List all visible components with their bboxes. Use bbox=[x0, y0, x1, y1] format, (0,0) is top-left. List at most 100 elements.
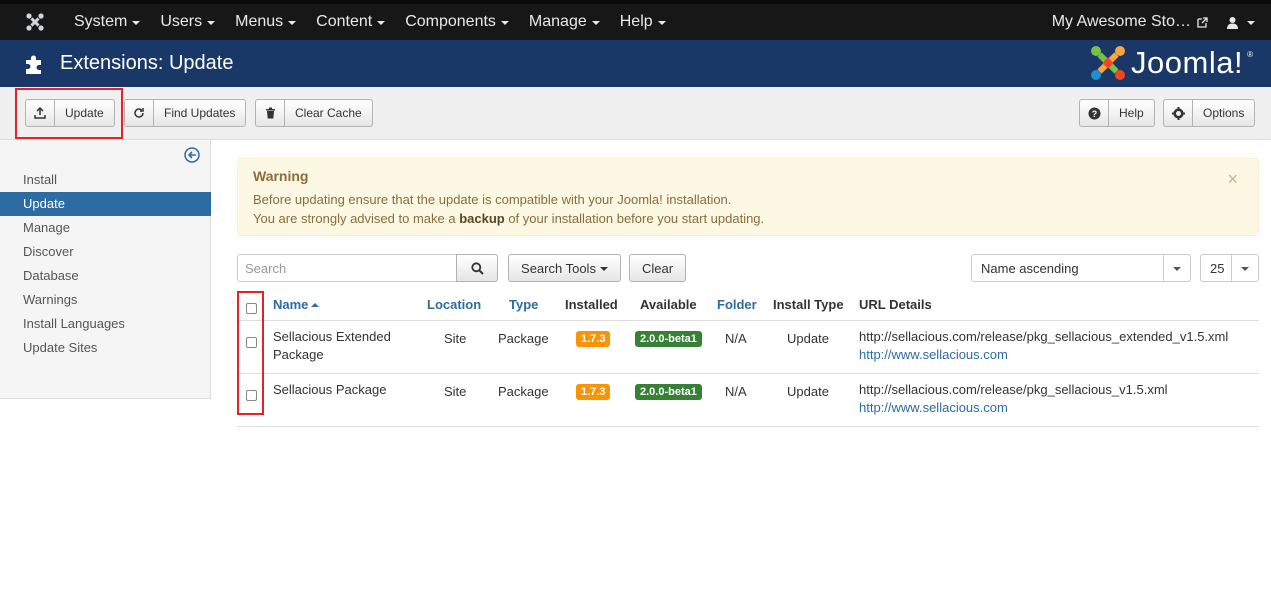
column-header-folder[interactable]: Folder bbox=[717, 297, 757, 312]
close-alert-button[interactable]: × bbox=[1227, 169, 1238, 190]
warning-alert: Warning Before updating ensure that the … bbox=[237, 158, 1259, 236]
table-header-row: Name Location Type Installed Available F… bbox=[237, 290, 1259, 321]
available-version-badge: 2.0.0-beta1 bbox=[635, 331, 702, 347]
site-name: My Awesome Sto… bbox=[1051, 13, 1191, 30]
user-icon bbox=[1227, 16, 1238, 29]
toolbar: Update Find Updates Clear Cache ? Help O… bbox=[0, 87, 1271, 140]
sidebar-list: Install Update Manage Discover Database … bbox=[0, 168, 211, 360]
page-header: Extensions: Update Joomla! ® bbox=[0, 40, 1271, 87]
info-url-link[interactable]: http://www.sellacious.com bbox=[859, 400, 1008, 415]
column-header-url-details: URL Details bbox=[859, 297, 932, 312]
type-cell: Package bbox=[498, 331, 549, 346]
menu-label: Users bbox=[160, 13, 203, 30]
help-label: Help bbox=[1119, 106, 1144, 120]
column-header-name[interactable]: Name bbox=[273, 297, 320, 312]
clear-cache-button[interactable]: Clear Cache bbox=[255, 99, 373, 127]
menu-help[interactable]: Help bbox=[610, 13, 676, 31]
site-link[interactable]: My Awesome Sto… bbox=[1052, 13, 1208, 31]
caret-down-icon bbox=[599, 267, 608, 271]
search-button[interactable] bbox=[456, 254, 498, 282]
sidebar-item-install-languages[interactable]: Install Languages bbox=[0, 312, 211, 336]
refresh-icon bbox=[125, 100, 154, 126]
menu-components[interactable]: Components bbox=[395, 13, 519, 31]
menu-users[interactable]: Users bbox=[150, 13, 225, 31]
search-icon bbox=[470, 261, 484, 275]
caret-down-icon bbox=[591, 21, 600, 25]
sort-value: Name ascending bbox=[981, 260, 1079, 276]
menu-menus[interactable]: Menus bbox=[225, 13, 306, 31]
menu-label: Menus bbox=[235, 13, 284, 30]
caret-down-icon bbox=[207, 21, 216, 25]
alert-line-1: Before updating ensure that the update i… bbox=[253, 192, 732, 207]
sidebar-item-warnings[interactable]: Warnings bbox=[0, 288, 211, 312]
install-type-cell: Update bbox=[787, 331, 829, 346]
highlight-box bbox=[15, 88, 123, 139]
caret-down-icon bbox=[500, 21, 509, 25]
user-menu[interactable] bbox=[1226, 16, 1255, 29]
table-row: Sellacious Extended Package Site Package … bbox=[237, 321, 1259, 374]
search-tools-label: Search Tools bbox=[521, 260, 596, 276]
joomla-logo: Joomla! ® bbox=[1089, 44, 1253, 82]
folder-cell: N/A bbox=[725, 384, 747, 399]
svg-text:?: ? bbox=[1091, 109, 1097, 119]
joomla-logo-icon bbox=[1091, 46, 1126, 80]
column-header-available: Available bbox=[640, 297, 697, 312]
find-updates-button[interactable]: Find Updates bbox=[124, 99, 247, 127]
alert-text: You are strongly advised to make a bbox=[253, 211, 460, 226]
clear-filters-button[interactable]: Clear bbox=[629, 254, 686, 282]
extension-name: Sellacious Extended Package bbox=[273, 328, 391, 364]
joomla-logo-text: Joomla! bbox=[1131, 45, 1244, 80]
menu-manage[interactable]: Manage bbox=[519, 13, 610, 31]
alert-text: of your installation before you start up… bbox=[504, 211, 765, 226]
sort-select[interactable]: Name ascending bbox=[971, 254, 1191, 282]
gear-icon bbox=[1164, 100, 1193, 126]
top-right-area: My Awesome Sto… bbox=[1052, 13, 1255, 31]
url-details-cell: http://sellacious.com/release/pkg_sellac… bbox=[859, 381, 1168, 417]
column-header-type[interactable]: Type bbox=[509, 297, 538, 312]
name-line: Package bbox=[273, 347, 324, 362]
limit-select[interactable]: 25 bbox=[1200, 254, 1259, 282]
sidebar-item-install[interactable]: Install bbox=[0, 168, 211, 192]
find-updates-label: Find Updates bbox=[164, 106, 236, 120]
caret-down-icon bbox=[132, 21, 141, 25]
info-url-link[interactable]: http://www.sellacious.com bbox=[859, 347, 1008, 362]
sidebar-item-database[interactable]: Database bbox=[0, 264, 211, 288]
main-menu: System Users Menus Content Components Ma… bbox=[64, 13, 676, 31]
column-header-location[interactable]: Location bbox=[427, 297, 481, 312]
highlight-box bbox=[237, 291, 264, 415]
top-navbar: System Users Menus Content Components Ma… bbox=[0, 0, 1271, 40]
options-button[interactable]: Options bbox=[1163, 99, 1256, 127]
chevron-down-icon bbox=[1231, 255, 1258, 281]
sidebar-item-update-sites[interactable]: Update Sites bbox=[0, 336, 211, 360]
menu-content[interactable]: Content bbox=[306, 13, 395, 31]
column-header-install-type: Install Type bbox=[773, 297, 844, 312]
alert-line-2: You are strongly advised to make a backu… bbox=[253, 209, 1243, 228]
caret-down-icon bbox=[1247, 21, 1255, 25]
location-cell: Site bbox=[444, 331, 467, 346]
caret-down-icon bbox=[377, 21, 386, 25]
folder-cell: N/A bbox=[725, 331, 747, 346]
search-input[interactable] bbox=[237, 254, 457, 282]
clear-cache-label: Clear Cache bbox=[295, 106, 362, 120]
sidebar-item-update[interactable]: Update bbox=[0, 192, 211, 216]
type-cell: Package bbox=[498, 384, 549, 399]
trash-icon bbox=[256, 100, 285, 126]
update-url: http://sellacious.com/release/pkg_sellac… bbox=[859, 329, 1229, 344]
menu-label: Content bbox=[316, 13, 373, 30]
caret-down-icon bbox=[657, 21, 666, 25]
sidebar-item-discover[interactable]: Discover bbox=[0, 240, 211, 264]
menu-system[interactable]: System bbox=[64, 13, 150, 31]
name-line: Sellacious Extended bbox=[273, 329, 391, 344]
sidebar-item-manage[interactable]: Manage bbox=[0, 216, 211, 240]
registered-mark: ® bbox=[1247, 50, 1253, 59]
puzzle-icon bbox=[26, 55, 41, 74]
update-url: http://sellacious.com/release/pkg_sellac… bbox=[859, 382, 1168, 397]
extension-name: Sellacious Package bbox=[273, 382, 387, 397]
joomla-home-icon[interactable] bbox=[20, 12, 50, 32]
collapse-sidebar-icon[interactable] bbox=[184, 147, 200, 163]
installed-version-badge: 1.7.3 bbox=[576, 384, 611, 400]
alert-title: Warning bbox=[253, 168, 309, 184]
chevron-down-icon bbox=[1163, 255, 1190, 281]
search-tools-button[interactable]: Search Tools bbox=[508, 254, 621, 282]
help-button[interactable]: ? Help bbox=[1079, 99, 1155, 127]
